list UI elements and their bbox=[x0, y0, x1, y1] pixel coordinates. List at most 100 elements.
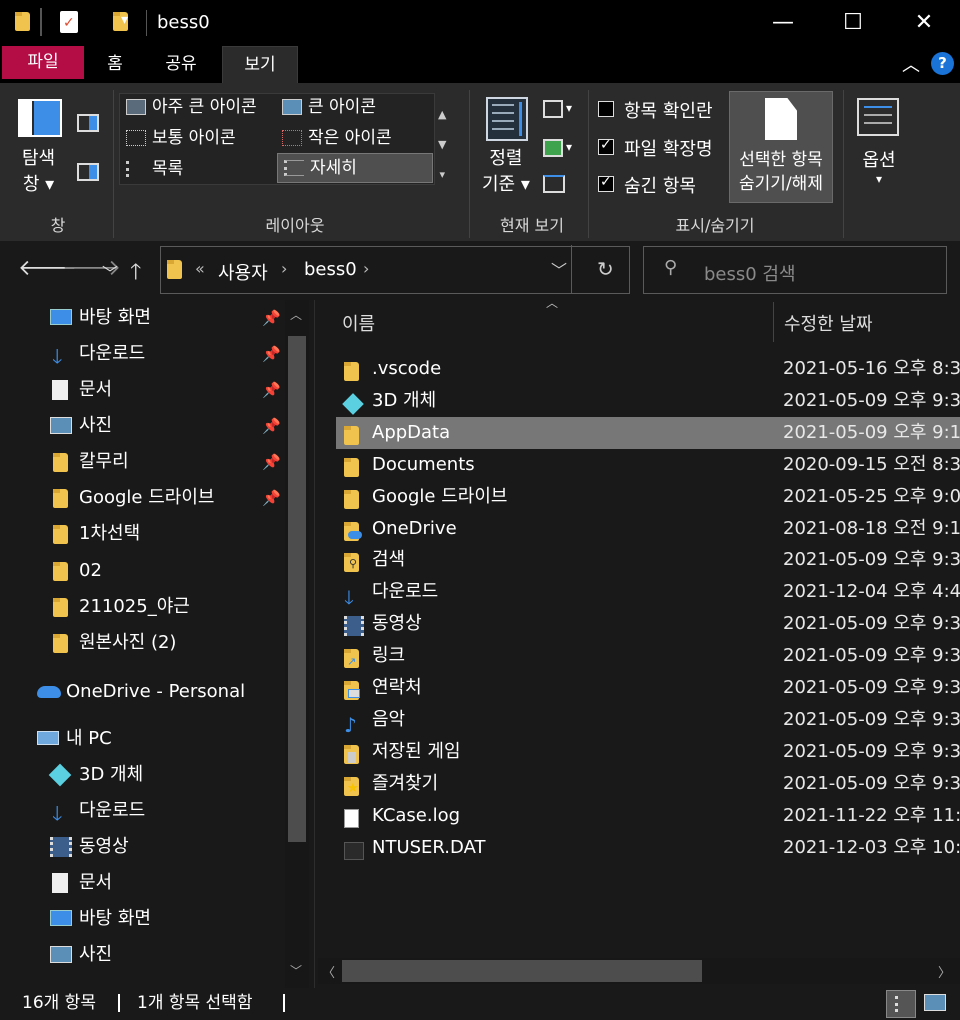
file-row[interactable]: ⚲ 검색 2021-05-09 오후 9:31 bbox=[336, 544, 960, 576]
nav-item-3d-objects[interactable]: 3D 개체 bbox=[48, 758, 143, 792]
column-divider[interactable] bbox=[773, 302, 774, 342]
pin-icon[interactable]: 📌 bbox=[262, 453, 281, 471]
nav-item-this-pc[interactable]: 내 PC bbox=[37, 722, 112, 756]
pin-icon[interactable]: 📌 bbox=[262, 381, 281, 399]
breadcrumb-separator-icon[interactable]: › bbox=[281, 259, 287, 278]
nav-item-downloads[interactable]: 🡓 다운로드 bbox=[50, 337, 145, 371]
file-row[interactable]: OneDrive 2021-08-18 오전 9:17 bbox=[336, 513, 960, 545]
navigation-pane-button[interactable]: 탐색 창 ▾ bbox=[22, 146, 55, 198]
nav-item-label: 문서 bbox=[79, 379, 113, 400]
file-date: 2021-05-09 오후 9:31 bbox=[783, 389, 960, 411]
breadcrumb-separator-icon[interactable]: › bbox=[363, 259, 369, 278]
layout-list[interactable]: 목록 bbox=[120, 155, 274, 183]
file-row[interactable]: Documents 2020-09-15 오전 8:36 bbox=[336, 449, 960, 481]
scroll-right-icon[interactable]: 〉 bbox=[938, 962, 951, 981]
horizontal-scrollbar-thumb[interactable] bbox=[342, 960, 702, 982]
nav-item-documents[interactable]: 문서 bbox=[50, 866, 112, 900]
search-input[interactable]: ⚲ bess0 검색 bbox=[643, 246, 947, 294]
nav-item-pictures[interactable]: 사진 bbox=[50, 409, 112, 443]
file-row[interactable]: NTUSER.DAT 2021-12-03 오후 10:5 bbox=[336, 832, 960, 864]
nav-item-downloads[interactable]: 🡓 다운로드 bbox=[50, 794, 145, 828]
file-row[interactable]: ♪ 음악 2021-05-09 오후 9:31 bbox=[336, 704, 960, 736]
file-extensions-checkbox[interactable] bbox=[598, 137, 614, 155]
breadcrumb-item[interactable]: bess0 bbox=[304, 259, 357, 280]
recent-locations-button[interactable]: ﹀ bbox=[102, 260, 118, 284]
large-icons-view-icon[interactable] bbox=[924, 994, 946, 1011]
scroll-left-icon[interactable]: 〈 bbox=[322, 962, 335, 981]
file-row[interactable]: .vscode 2021-05-16 오후 8:34 bbox=[336, 353, 960, 385]
layout-extra-large-icons[interactable]: 아주 큰 아이콘 bbox=[120, 93, 274, 121]
hidden-items-checkbox[interactable] bbox=[598, 174, 614, 192]
scroll-down-icon[interactable]: ﹀ bbox=[290, 962, 302, 979]
file-row[interactable]: 🡓 다운로드 2021-12-04 오후 4:49 bbox=[336, 576, 960, 608]
tab-view[interactable]: 보기 bbox=[222, 46, 298, 83]
refresh-icon[interactable]: ↻ bbox=[597, 257, 614, 281]
file-row[interactable]: 동영상 2021-05-09 오후 9:31 bbox=[336, 608, 960, 640]
address-history-dropdown[interactable]: ﹀ bbox=[551, 257, 567, 281]
layout-gallery-scroll[interactable]: ▲ ▼ ▾ bbox=[438, 100, 446, 190]
options-icon[interactable] bbox=[857, 98, 899, 136]
up-button[interactable]: 🡑 bbox=[130, 255, 141, 293]
column-header-date[interactable]: 수정한 날짜 bbox=[784, 310, 873, 336]
file-row[interactable]: 저장된 게임 2021-05-09 오후 9:31 bbox=[336, 736, 960, 768]
tab-share[interactable]: 공유 bbox=[155, 46, 207, 83]
layout-medium-icons[interactable]: 보통 아이콘 bbox=[120, 124, 274, 152]
nav-item-videos[interactable]: 동영상 bbox=[50, 830, 129, 864]
customize-quick-access-button[interactable]: ▾ bbox=[121, 12, 128, 28]
group-by-icon[interactable] bbox=[543, 100, 563, 118]
item-checkboxes-checkbox[interactable] bbox=[598, 101, 614, 117]
preview-pane-icon[interactable] bbox=[77, 114, 99, 132]
details-view-icon[interactable] bbox=[886, 990, 916, 1018]
pin-icon[interactable]: 📌 bbox=[262, 345, 281, 363]
nav-item-onedrive[interactable]: OneDrive - Personal bbox=[37, 675, 245, 709]
size-columns-icon[interactable] bbox=[543, 175, 565, 193]
minimize-button[interactable]: — bbox=[748, 0, 818, 46]
nav-item-folder[interactable]: 칼무리 bbox=[50, 445, 129, 479]
navigation-pane-icon[interactable] bbox=[18, 99, 62, 137]
sort-by-icon[interactable] bbox=[486, 97, 528, 141]
nav-item-folder[interactable]: 1차선택 bbox=[50, 517, 140, 551]
file-row[interactable]: 연락처 2021-05-09 오후 9:31 bbox=[336, 672, 960, 704]
help-icon[interactable]: ? bbox=[931, 52, 954, 75]
sort-by-button[interactable]: 정렬 기준 ▾ bbox=[482, 146, 530, 198]
details-pane-icon[interactable] bbox=[77, 163, 99, 181]
nav-item-documents[interactable]: 문서 bbox=[50, 373, 112, 407]
file-row[interactable]: KCase.log 2021-11-22 오후 11:3 bbox=[336, 800, 960, 832]
pin-icon[interactable]: 📌 bbox=[262, 309, 281, 327]
file-row[interactable]: Google 드라이브 2021-05-25 오후 9:01 bbox=[336, 481, 960, 513]
pin-icon[interactable]: 📌 bbox=[262, 417, 281, 435]
file-row[interactable]: AppData 2021-05-09 오후 9:19 bbox=[336, 416, 960, 449]
hide-selected-items-button[interactable]: 선택한 항목 숨기기/해제 bbox=[729, 91, 833, 203]
file-row[interactable]: ★ 즐겨찾기 2021-05-09 오후 9:31 bbox=[336, 768, 960, 800]
breadcrumb-item[interactable]: 사용자 bbox=[218, 259, 268, 285]
overflow-chevron[interactable]: « bbox=[195, 259, 205, 278]
nav-item-pictures[interactable]: 사진 bbox=[50, 938, 112, 972]
maximize-button[interactable]: ☐ bbox=[818, 0, 888, 46]
scroll-up-icon[interactable]: ︿ bbox=[290, 306, 302, 323]
pin-icon[interactable]: 📌 bbox=[262, 489, 281, 507]
nav-item-google-drive[interactable]: Google 드라이브 bbox=[50, 481, 214, 515]
add-columns-icon[interactable] bbox=[543, 139, 563, 157]
nav-item-label: 다운로드 bbox=[79, 800, 146, 821]
tab-file[interactable]: 파일 bbox=[2, 46, 84, 79]
collapse-ribbon-icon[interactable]: ︿ bbox=[902, 51, 920, 77]
layout-large-icons[interactable]: 큰 아이콘 bbox=[276, 93, 432, 121]
address-bar[interactable]: « 사용자 › bess0 › ﹀ ↻ bbox=[160, 245, 630, 294]
file-row[interactable]: 3D 개체 2021-05-09 오후 9:31 bbox=[336, 385, 960, 417]
tab-home[interactable]: 홈 bbox=[94, 46, 136, 83]
nav-item-folder[interactable]: 02 bbox=[50, 554, 102, 588]
properties-icon[interactable]: ✓ bbox=[60, 11, 78, 33]
file-name: 음악 bbox=[372, 708, 406, 730]
options-button[interactable]: 옵션 ▾ bbox=[859, 146, 899, 186]
nav-item-desktop[interactable]: 바탕 화면 bbox=[50, 902, 151, 936]
close-button[interactable]: ✕ bbox=[889, 0, 959, 46]
column-header-name[interactable]: 이름 bbox=[342, 310, 375, 336]
nav-item-desktop[interactable]: 바탕 화면 bbox=[50, 301, 151, 335]
layout-small-icons[interactable]: 작은 아이콘 bbox=[276, 124, 432, 152]
file-row[interactable]: ↗ 링크 2021-05-09 오후 9:31 bbox=[336, 640, 960, 672]
nav-item-folder[interactable]: 원본사진 (2) bbox=[50, 626, 176, 660]
nav-item-label: 원본사진 (2) bbox=[79, 632, 177, 653]
nav-scrollbar-thumb[interactable] bbox=[288, 336, 306, 842]
nav-item-folder[interactable]: 211025_야근 bbox=[50, 590, 190, 624]
layout-details[interactable]: 자세히 bbox=[277, 153, 433, 183]
